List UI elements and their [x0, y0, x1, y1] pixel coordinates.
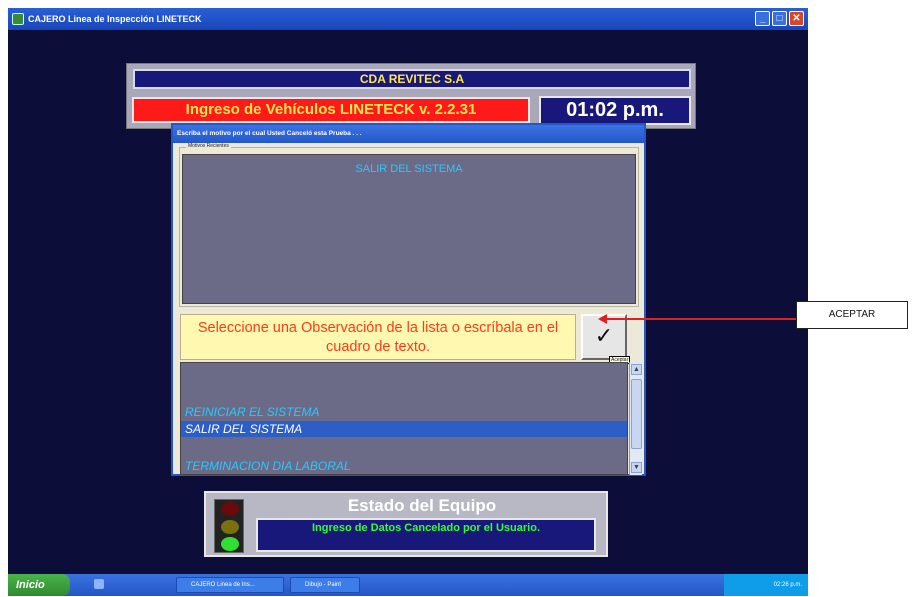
cancel-reason-dialog: Escriba el motivo por el cual Usted Canc…: [171, 123, 646, 476]
scroll-down-icon[interactable]: ▼: [631, 462, 642, 473]
dialog-title: Escriba el motivo por el cual Usted Canc…: [173, 125, 644, 143]
list-scrollbar[interactable]: ▲ ▼: [629, 362, 642, 475]
quick-launch-icon[interactable]: [94, 579, 104, 589]
red-light-icon: [221, 502, 239, 516]
clock-display: 01:02 p.m.: [539, 96, 691, 125]
app-icon: [12, 13, 24, 25]
close-button[interactable]: ✕: [789, 11, 804, 26]
green-light-icon: [221, 537, 239, 551]
list-item-salir[interactable]: SALIR DEL SISTEMA: [181, 421, 627, 437]
app-name-banner: Ingreso de Vehículos LINETECK v. 2.2.31: [132, 97, 530, 123]
company-name: CDA REVITEC S.A: [133, 69, 691, 89]
reason-textbox[interactable]: SALIR DEL SISTEMA: [182, 154, 636, 304]
callout-line: [606, 318, 796, 320]
maximize-button[interactable]: □: [772, 11, 787, 26]
scroll-thumb[interactable]: [631, 379, 642, 449]
window-title: CAJERO Linea de Inspección LINETECK: [28, 14, 202, 24]
group-label: Motivos Recientes: [186, 143, 231, 149]
start-button[interactable]: Inicio: [8, 574, 70, 596]
taskbar-item-cajero[interactable]: CAJERO Linea de Ins...: [176, 577, 284, 593]
status-title: Estado del Equipo: [347, 496, 497, 515]
window-controls: _ □ ✕: [755, 11, 804, 26]
traffic-light-icon: [214, 499, 244, 553]
reasons-list[interactable]: REINICIAR EL SISTEMA SALIR DEL SISTEMA T…: [180, 362, 628, 475]
instruction-text: Seleccione una Observación de la lista o…: [180, 314, 576, 360]
application-window: CAJERO Linea de Inspección LINETECK _ □ …: [8, 8, 808, 590]
yellow-light-icon: [221, 520, 239, 534]
status-message: Ingreso de Datos Cancelado por el Usuari…: [256, 518, 596, 552]
scroll-up-icon[interactable]: ▲: [631, 364, 642, 375]
taskbar: Inicio CAJERO Linea de Ins... Dibujo - P…: [8, 574, 808, 596]
list-item-terminacion[interactable]: TERMINACION DIA LABORAL: [185, 459, 351, 473]
recent-reasons-group: Motivos Recientes SALIR DEL SISTEMA: [179, 143, 639, 307]
header-panel: CDA REVITEC S.A Ingreso de Vehículos LIN…: [126, 63, 696, 129]
callout-aceptar-label: ACEPTAR: [796, 301, 908, 329]
taskbar-item-paint[interactable]: Dibujo - Paint: [290, 577, 360, 593]
equipment-status-panel: Estado del Equipo Ingreso de Datos Cance…: [204, 491, 608, 557]
minimize-button[interactable]: _: [755, 11, 770, 26]
list-item-reiniciar[interactable]: REINICIAR EL SISTEMA: [185, 405, 319, 419]
system-tray-clock: 02:26 p.m.: [724, 574, 808, 596]
window-titlebar: CAJERO Linea de Inspección LINETECK _ □ …: [8, 8, 808, 30]
